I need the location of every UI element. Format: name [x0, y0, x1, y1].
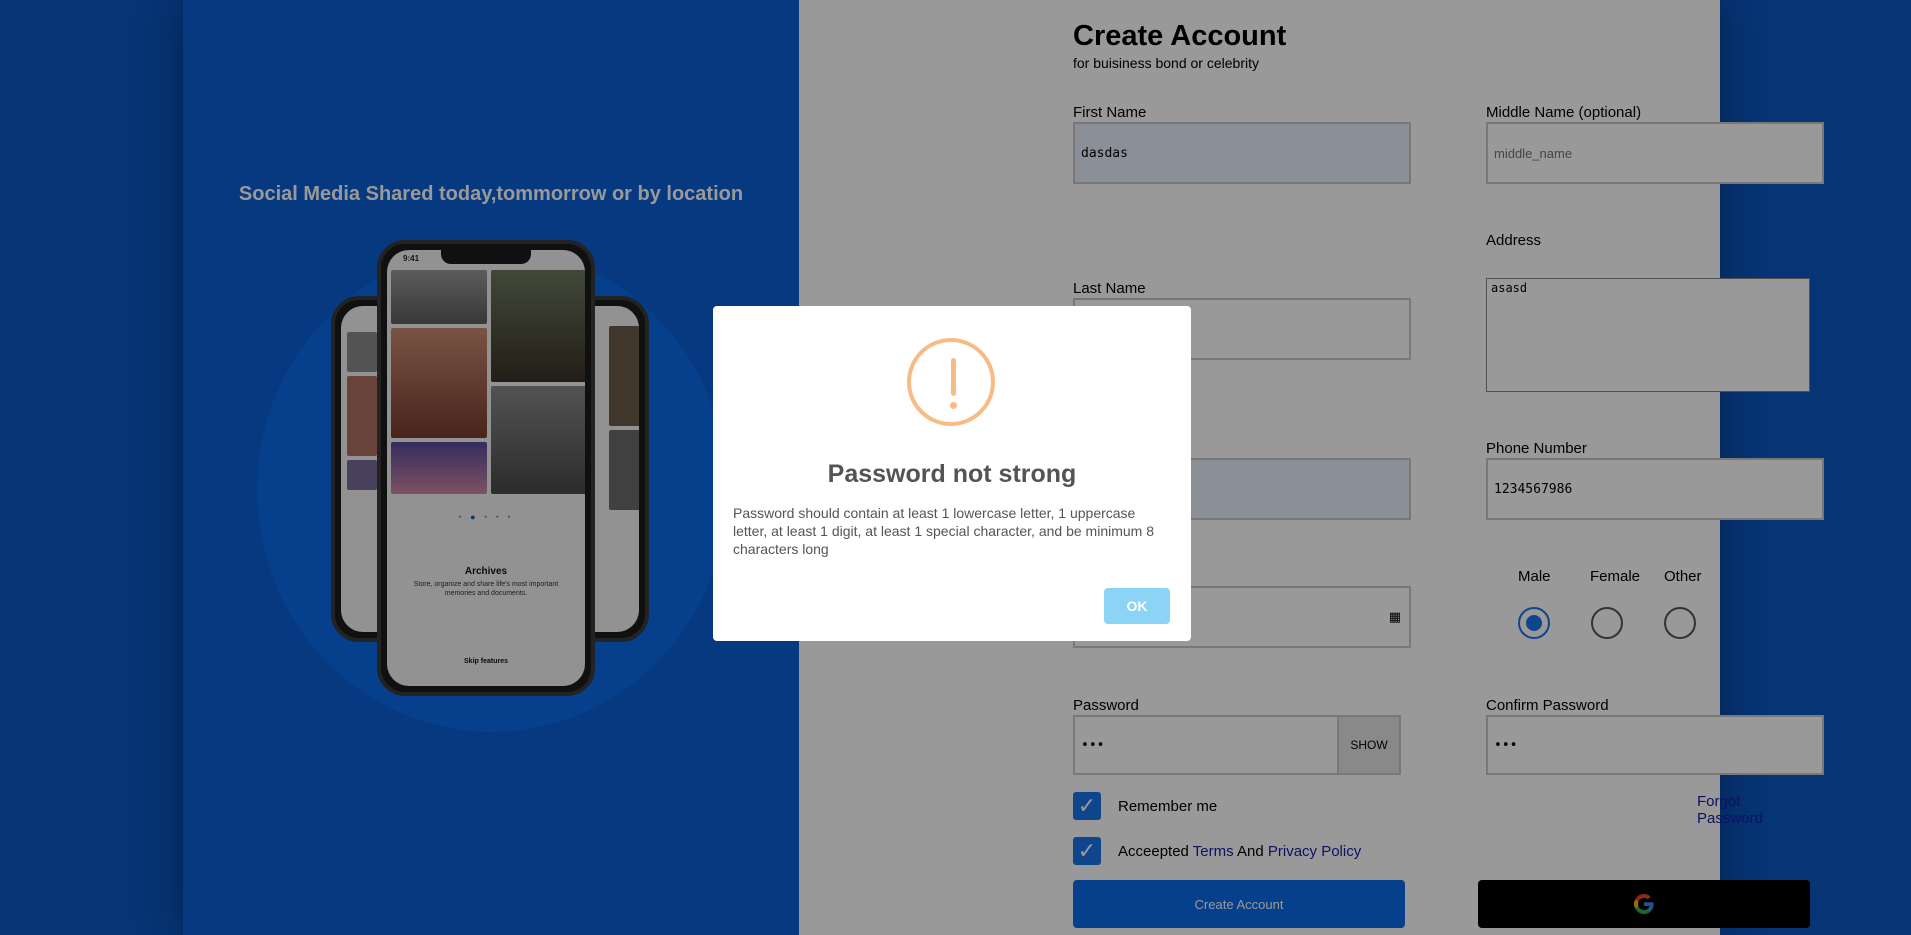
ok-button[interactable]: OK	[1104, 588, 1170, 624]
alert-message: Password should contain at least 1 lower…	[733, 505, 1154, 557]
alert-dialog: Password not strong Password should cont…	[713, 306, 1191, 641]
alert-title: Password not strong	[827, 460, 1077, 488]
warning-icon	[907, 338, 995, 426]
